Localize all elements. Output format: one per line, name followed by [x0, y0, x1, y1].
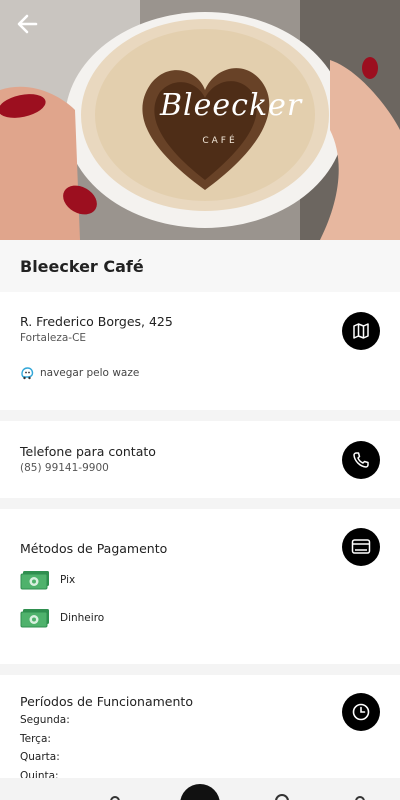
address-city: Fortaleza-CE: [20, 332, 87, 344]
payment-method-dinheiro: Dinheiro: [60, 612, 105, 624]
payment-method-row: Pix: [20, 570, 380, 590]
logo-script: Bleecker: [160, 88, 303, 123]
waze-icon: [21, 367, 34, 380]
hours-card: Períodos de Funcionamento Segunda: Terça…: [0, 675, 400, 782]
contact-phone: (85) 99141-9900: [20, 462, 109, 474]
payment-method-row: Dinheiro: [20, 608, 380, 628]
money-icon: [20, 609, 49, 628]
hours-day: Segunda:: [20, 714, 70, 726]
place-title-bar: Bleecker Café: [0, 240, 400, 292]
place-title: Bleecker Café: [20, 256, 144, 276]
phone-icon: [353, 452, 369, 468]
waze-label: navegar pelo waze: [40, 367, 140, 379]
map-icon: [353, 323, 369, 339]
card-icon: [351, 539, 371, 554]
divider: [0, 410, 400, 421]
map-button[interactable]: [342, 312, 380, 350]
hero-image: Bleecker CAFÉ: [0, 0, 400, 240]
waze-link[interactable]: navegar pelo waze: [20, 366, 380, 380]
logo-sub: CAFÉ: [202, 136, 238, 146]
hours-day: Terça:: [20, 732, 51, 745]
clock-icon: [352, 703, 370, 721]
call-button[interactable]: [342, 441, 380, 479]
address-street: R. Frederico Borges, 425: [20, 314, 173, 329]
divider: [0, 498, 400, 509]
payment-button[interactable]: [342, 528, 380, 566]
back-button[interactable]: [14, 10, 42, 38]
nav-item-icon[interactable]: [110, 796, 120, 800]
hours-button[interactable]: [342, 693, 380, 731]
hours-list: Segunda: Terça: Quarta: Quinta:: [20, 711, 380, 785]
payment-card: Métodos de Pagamento Pix Dinheiro: [0, 509, 400, 664]
money-icon: [20, 571, 49, 590]
address-card: R. Frederico Borges, 425 Fortaleza-CE na…: [0, 292, 400, 410]
hours-label: Períodos de Funcionamento: [20, 694, 193, 709]
nav-item-icon[interactable]: [355, 796, 365, 800]
payment-method-pix: Pix: [60, 574, 76, 586]
payment-label: Métodos de Pagamento: [20, 541, 168, 556]
hours-day: Quarta:: [20, 751, 60, 763]
arrow-left-icon: [17, 14, 38, 34]
contact-label: Telefone para contato: [20, 444, 156, 459]
divider: [0, 664, 400, 675]
contact-card: Telefone para contato (85) 99141-9900: [0, 421, 400, 498]
